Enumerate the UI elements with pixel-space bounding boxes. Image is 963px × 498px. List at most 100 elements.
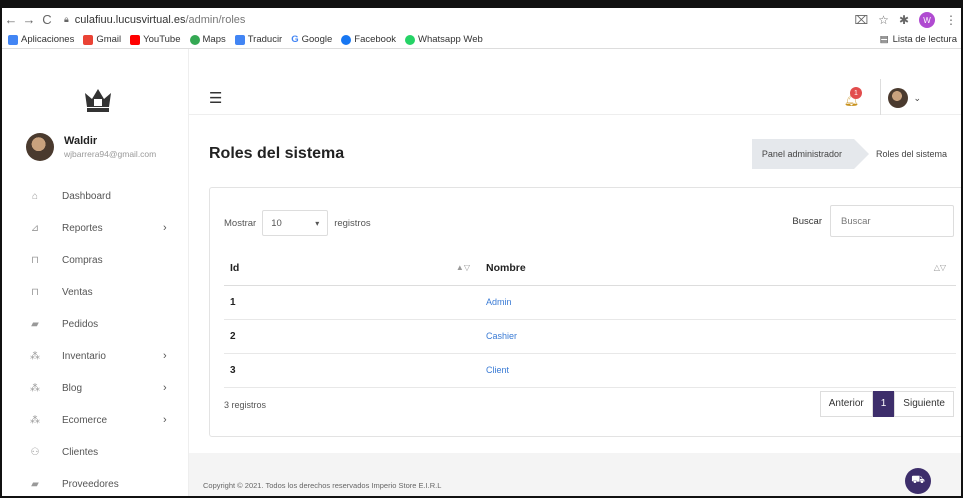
more-icon[interactable]: ⋮ — [945, 13, 957, 27]
boxes-icon: ⁂ — [30, 382, 40, 394]
chevron-right-icon: › — [163, 414, 167, 426]
extensions-icon[interactable]: ✱ — [899, 13, 909, 27]
breadcrumb: Panel administrador Roles del sistema — [751, 139, 947, 169]
roles-card: Mostrar 10 ▾ registros Buscar Buscar Id ▲… — [209, 187, 961, 437]
truck-icon: ▰ — [31, 478, 39, 490]
reload-icon[interactable]: C — [38, 12, 56, 27]
sidebar-item-compras[interactable]: ⊓ Compras — [2, 244, 189, 276]
next-page-button[interactable]: Siguiente — [894, 391, 954, 417]
user-name: Waldir — [64, 135, 98, 147]
roles-table: Id ▲▽ Nombre △▽ 1 Admin 2 Cashier 3 Clie… — [224, 251, 956, 388]
topbar: ☰ 🔔︎ 1 ⌄ — [189, 49, 961, 115]
cell-id: 3 — [224, 353, 480, 388]
notification-badge: 1 — [850, 87, 862, 99]
bookmark-apps[interactable]: Aplicaciones — [8, 34, 74, 45]
column-header-id[interactable]: Id ▲▽ — [224, 251, 480, 286]
user-email: wjbarrera94@gmail.com — [64, 149, 157, 159]
sidebar-item-ecomerce[interactable]: ⁂ Ecomerce › — [2, 404, 189, 436]
sidebar-item-proveedores[interactable]: ▰ Proveedores — [2, 468, 189, 496]
lock-icon[interactable]: 🔒︎ — [64, 14, 69, 25]
cell-name-link[interactable]: Client — [480, 353, 956, 388]
reading-list-icon: ▤ — [879, 34, 889, 45]
apps-icon — [8, 34, 18, 45]
star-icon[interactable]: ☆ — [878, 13, 889, 27]
sidebar-item-inventario[interactable]: ⁂ Inventario › — [2, 340, 189, 372]
truck-icon: ▰ — [31, 318, 39, 330]
address-bar: ← → C 🔒︎ culafiuu.lucusvirtual.es/admin/… — [2, 8, 961, 31]
cell-name-link[interactable]: Cashier — [480, 319, 956, 354]
records-info: 3 registros — [224, 400, 267, 410]
bookmark-gmail[interactable]: Gmail — [83, 34, 121, 45]
browser-window: ← → C 🔒︎ culafiuu.lucusvirtual.es/admin/… — [0, 0, 963, 498]
menu-toggle-icon[interactable]: ☰ — [209, 89, 222, 107]
footer: Copyright © 2021. Todos los derechos res… — [189, 453, 961, 496]
page-title: Roles del sistema — [209, 145, 345, 162]
cart-icon: ⊓ — [31, 254, 39, 266]
table-row: 2 Cashier — [224, 319, 956, 354]
bookmark-youtube[interactable]: YouTube — [130, 34, 181, 45]
page-size-select[interactable]: 10 ▾ — [262, 210, 329, 236]
bookmark-maps[interactable]: Maps — [189, 34, 226, 45]
reading-list[interactable]: ▤ Lista de lectura — [880, 34, 957, 45]
sort-icon: ▲▽ — [455, 263, 470, 272]
breadcrumb-item-panel[interactable]: Panel administrador — [751, 139, 870, 169]
sidebar-menu: ⌂ Dashboard ⊿ Reportes › ⊓ Compras ⊓ Ventas ▰… — [2, 180, 189, 496]
url-field[interactable]: culafiuu.lucusvirtual.es/admin/roles — [75, 14, 246, 26]
sidebar-item-blog[interactable]: ⁂ Blog › — [2, 372, 189, 404]
page-length-control: Mostrar 10 ▾ registros — [224, 210, 371, 236]
profile-avatar-browser[interactable]: W — [919, 12, 935, 28]
avatar — [888, 88, 909, 108]
sidebar-item-dashboard[interactable]: ⌂ Dashboard — [2, 180, 189, 212]
bookmark-facebook[interactable]: Facebook — [341, 34, 396, 45]
cart-icon: ⊓ — [31, 286, 39, 298]
user-profile[interactable]: Waldir wjbarrera94@gmail.com — [26, 133, 156, 161]
table-row: 3 Client — [224, 353, 956, 388]
google-icon: G — [291, 34, 299, 45]
copyright-text: Copyright © 2021. Todos los derechos res… — [203, 481, 442, 490]
bookmark-google[interactable]: G Google — [291, 34, 332, 45]
boxes-icon: ⁂ — [30, 350, 40, 362]
sidebar-item-pedidos[interactable]: ▰ Pedidos — [2, 308, 189, 340]
back-icon[interactable]: ← — [2, 12, 20, 27]
truck-icon: ⛟ — [911, 474, 925, 486]
sidebar: Waldir wjbarrera94@gmail.com ⌂ Dashboard … — [2, 49, 189, 496]
pagination: Anterior 1 Siguiente — [819, 391, 954, 417]
sort-icon: △▽ — [933, 263, 946, 272]
column-header-nombre[interactable]: Nombre △▽ — [480, 251, 956, 286]
page-button-current[interactable]: 1 — [872, 391, 895, 417]
sidebar-item-ventas[interactable]: ⊓ Ventas — [2, 276, 189, 308]
sidebar-item-clientes[interactable]: ⚇ Clientes — [2, 436, 189, 468]
search-input[interactable]: Buscar — [830, 205, 954, 237]
search-control: Buscar Buscar — [792, 205, 954, 237]
whatsapp-icon — [405, 34, 415, 45]
cell-id: 1 — [224, 285, 480, 320]
chevron-right-icon: › — [163, 350, 167, 362]
forward-icon[interactable]: → — [20, 12, 38, 27]
bookmark-whatsapp[interactable]: Whatsapp Web — [405, 34, 483, 45]
crown-logo-icon[interactable] — [82, 85, 114, 115]
divider — [880, 79, 881, 115]
boxes-icon: ⁂ — [30, 414, 40, 426]
user-menu[interactable]: ⌄ — [888, 88, 921, 108]
main-content: Roles del sistema Panel administrador Ro… — [189, 115, 961, 496]
avatar — [26, 133, 54, 161]
sidebar-item-reportes[interactable]: ⊿ Reportes › — [2, 212, 189, 244]
translate-icon[interactable]: ⌧ — [854, 13, 868, 27]
gmail-icon — [83, 34, 94, 45]
translate-icon — [234, 34, 245, 45]
prev-page-button[interactable]: Anterior — [819, 391, 873, 417]
bookmark-translate[interactable]: Traducir — [234, 34, 282, 45]
maps-icon — [189, 34, 200, 45]
delivery-fab-button[interactable]: ⛟ — [905, 468, 931, 494]
cell-id: 2 — [224, 319, 480, 354]
facebook-icon — [341, 34, 352, 45]
bookmarks-bar: Aplicaciones Gmail YouTube Maps Traducir… — [2, 31, 961, 49]
chevron-right-icon: › — [163, 222, 167, 234]
users-icon: ⚇ — [30, 446, 40, 458]
app: Waldir wjbarrera94@gmail.com ⌂ Dashboard … — [2, 49, 961, 496]
chart-icon: ⊿ — [30, 222, 40, 234]
table-row: 1 Admin — [224, 285, 956, 320]
chevron-right-icon: › — [163, 382, 167, 394]
cell-name-link[interactable]: Admin — [480, 285, 956, 320]
chevron-down-icon: ▾ — [315, 218, 320, 228]
